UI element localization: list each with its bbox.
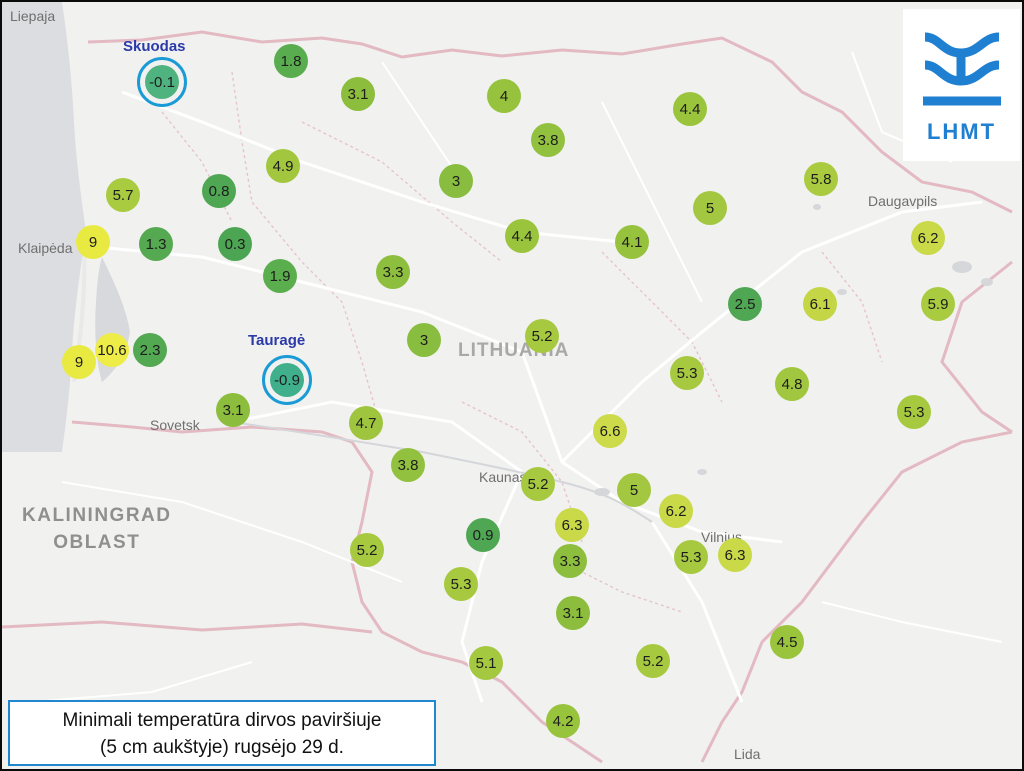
temperature-point[interactable]: 6.2	[911, 221, 945, 255]
temperature-point[interactable]: 2.3	[133, 333, 167, 367]
temperature-point[interactable]: 3	[439, 164, 473, 198]
temperature-point[interactable]: 5.9	[921, 287, 955, 321]
base-map	[2, 2, 1013, 764]
temperature-point[interactable]: -0.9	[270, 363, 304, 397]
temperature-point[interactable]: 3.8	[531, 123, 565, 157]
temperature-point[interactable]: 5.1	[469, 646, 503, 680]
temperature-point[interactable]: 4.4	[673, 92, 707, 126]
temperature-point[interactable]: 6.3	[718, 538, 752, 572]
temperature-point[interactable]: 9	[76, 225, 110, 259]
minor-roads	[31, 51, 1003, 703]
caption-line-1: Minimali temperatūra dirvos paviršiuje	[62, 710, 382, 731]
temperature-point[interactable]: 5.2	[636, 644, 670, 678]
place-label-kaunas: Kaunas	[479, 469, 527, 485]
temperature-point[interactable]: 5.2	[521, 467, 555, 501]
temperature-point[interactable]: 4.5	[770, 625, 804, 659]
temperature-point[interactable]: 6.6	[593, 414, 627, 448]
station-label-skuodas: Skuodas	[123, 38, 186, 55]
temperature-point[interactable]: 5	[693, 191, 727, 225]
temperature-point[interactable]: 4.8	[775, 367, 809, 401]
temperature-point[interactable]: 4.7	[349, 406, 383, 440]
temperature-point[interactable]: 9	[62, 345, 96, 379]
baltic-sea	[2, 2, 86, 452]
temperature-point[interactable]: 5.3	[897, 395, 931, 429]
place-label-liepaja: Liepaja	[10, 8, 56, 24]
temperature-point[interactable]: 6.2	[659, 494, 693, 528]
temperature-point[interactable]: 5	[617, 473, 651, 507]
border-lithuania-east	[700, 260, 1013, 763]
temperature-point[interactable]: 5.2	[350, 533, 384, 567]
lhmt-logo: LHMT	[903, 9, 1020, 161]
logo-text: LHMT	[926, 119, 997, 144]
temperature-point[interactable]: 3.1	[556, 596, 590, 630]
temperature-point[interactable]: 3	[407, 323, 441, 357]
temperature-point[interactable]: 6.3	[555, 508, 589, 542]
temperature-point[interactable]: 10.6	[95, 333, 129, 367]
temperature-point[interactable]: 4.4	[505, 219, 539, 253]
temperature-point[interactable]: 3.1	[216, 393, 250, 427]
station-label-taurage: Tauragė	[248, 332, 306, 349]
temperature-point[interactable]: 4.1	[615, 225, 649, 259]
temperature-point[interactable]: 5.3	[674, 540, 708, 574]
temperature-point[interactable]: 6.1	[803, 287, 837, 321]
temperature-point[interactable]: 5.8	[804, 162, 838, 196]
caption-line-2: (5 cm aukštyje) rugsėjo 29 d.	[100, 737, 344, 758]
temperature-point[interactable]: 3.3	[376, 255, 410, 289]
map-caption: Minimali temperatūra dirvos paviršiuje (…	[8, 700, 436, 766]
temperature-point[interactable]: 1.3	[139, 227, 173, 261]
map-frame: Liepaja Klaipėda Sovetsk Kaunas Vilnius Dauga…	[2, 2, 1022, 769]
place-label-daugavpils: Daugavpils	[868, 193, 938, 209]
temperature-point[interactable]: 5.3	[670, 356, 704, 390]
place-label-sovetsk: Sovetsk	[150, 417, 200, 433]
temperature-point[interactable]: 3.1	[341, 77, 375, 111]
temperature-point[interactable]: 2.5	[728, 287, 762, 321]
temperature-point[interactable]: 0.3	[218, 227, 252, 261]
place-label-lida: Lida	[734, 746, 761, 762]
lhmt-wave-icon	[923, 32, 1001, 106]
place-label-klaip-da: Klaipėda	[18, 240, 73, 256]
temperature-point[interactable]: 0.8	[202, 174, 236, 208]
temperature-point[interactable]: 4.2	[546, 704, 580, 738]
border-kaliningrad	[2, 620, 373, 634]
temperature-point[interactable]: 5.3	[444, 567, 478, 601]
temperature-point[interactable]: 4.9	[266, 149, 300, 183]
temperature-point[interactable]: 4	[487, 79, 521, 113]
temperature-point[interactable]: 3.8	[391, 448, 425, 482]
temperature-point[interactable]: 5.2	[525, 319, 559, 353]
temperature-point[interactable]: 1.9	[263, 259, 297, 293]
temperature-point[interactable]: 5.7	[106, 178, 140, 212]
temperature-point[interactable]: 1.8	[274, 44, 308, 78]
place-label-kaliningrad-oblast: KALININGRAD OBLAST	[22, 505, 172, 553]
temperature-point[interactable]: 0.9	[466, 518, 500, 552]
temperature-point[interactable]: 3.3	[553, 544, 587, 578]
temperature-point[interactable]: -0.1	[145, 65, 179, 99]
